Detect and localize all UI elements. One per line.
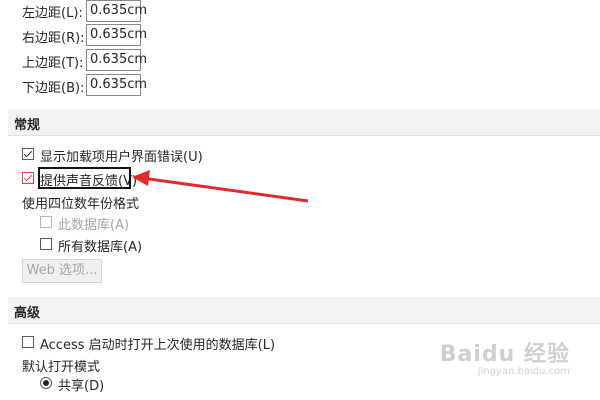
default-open-mode-label: 默认打开模式: [22, 360, 101, 375]
top-margin-label: 上边距(T):: [22, 56, 84, 71]
top-margin-input[interactable]: 0.635cm: [86, 49, 147, 71]
show-addin-errors-checkbox[interactable]: [22, 148, 34, 160]
all-databases-label: 所有数据库(A): [58, 240, 143, 255]
annotation-arrow-icon: [132, 170, 309, 203]
left-margin-input[interactable]: 0.635cm: [86, 0, 147, 22]
baidu-watermark-logo: Baidu 经验: [439, 342, 570, 367]
open-last-db-checkbox[interactable]: [22, 336, 34, 348]
this-database-checkbox[interactable]: [40, 216, 52, 228]
web-options-button[interactable]: Web 选项...: [22, 259, 102, 283]
shared-radio[interactable]: [40, 377, 52, 389]
shared-label: 共享(D): [58, 379, 105, 394]
baidu-watermark-url: jingyan.baidu.com: [477, 366, 570, 377]
show-addin-errors-label: 显示加载项用户界面错误(U): [40, 150, 203, 165]
advanced-section-title: 高级: [14, 306, 41, 321]
open-last-db-label: Access 启动时打开上次使用的数据库(L): [40, 338, 276, 353]
highlight-box: [38, 167, 131, 189]
bottom-margin-input[interactable]: 0.635cm: [86, 74, 147, 96]
this-database-label: 此数据库(A): [58, 218, 130, 233]
four-digit-year-label: 使用四位数年份格式: [22, 197, 140, 212]
all-databases-checkbox[interactable]: [40, 238, 52, 250]
bottom-margin-label: 下边距(B):: [22, 81, 85, 96]
general-section-title: 常规: [14, 118, 41, 133]
general-section-header: 常规: [8, 109, 600, 136]
left-margin-label: 左边距(L):: [22, 6, 83, 21]
sound-feedback-checkbox[interactable]: [22, 172, 34, 184]
right-margin-input[interactable]: 0.635cm: [86, 24, 147, 46]
right-margin-label: 右边距(R):: [22, 31, 85, 46]
advanced-section-header: 高级: [8, 297, 600, 324]
